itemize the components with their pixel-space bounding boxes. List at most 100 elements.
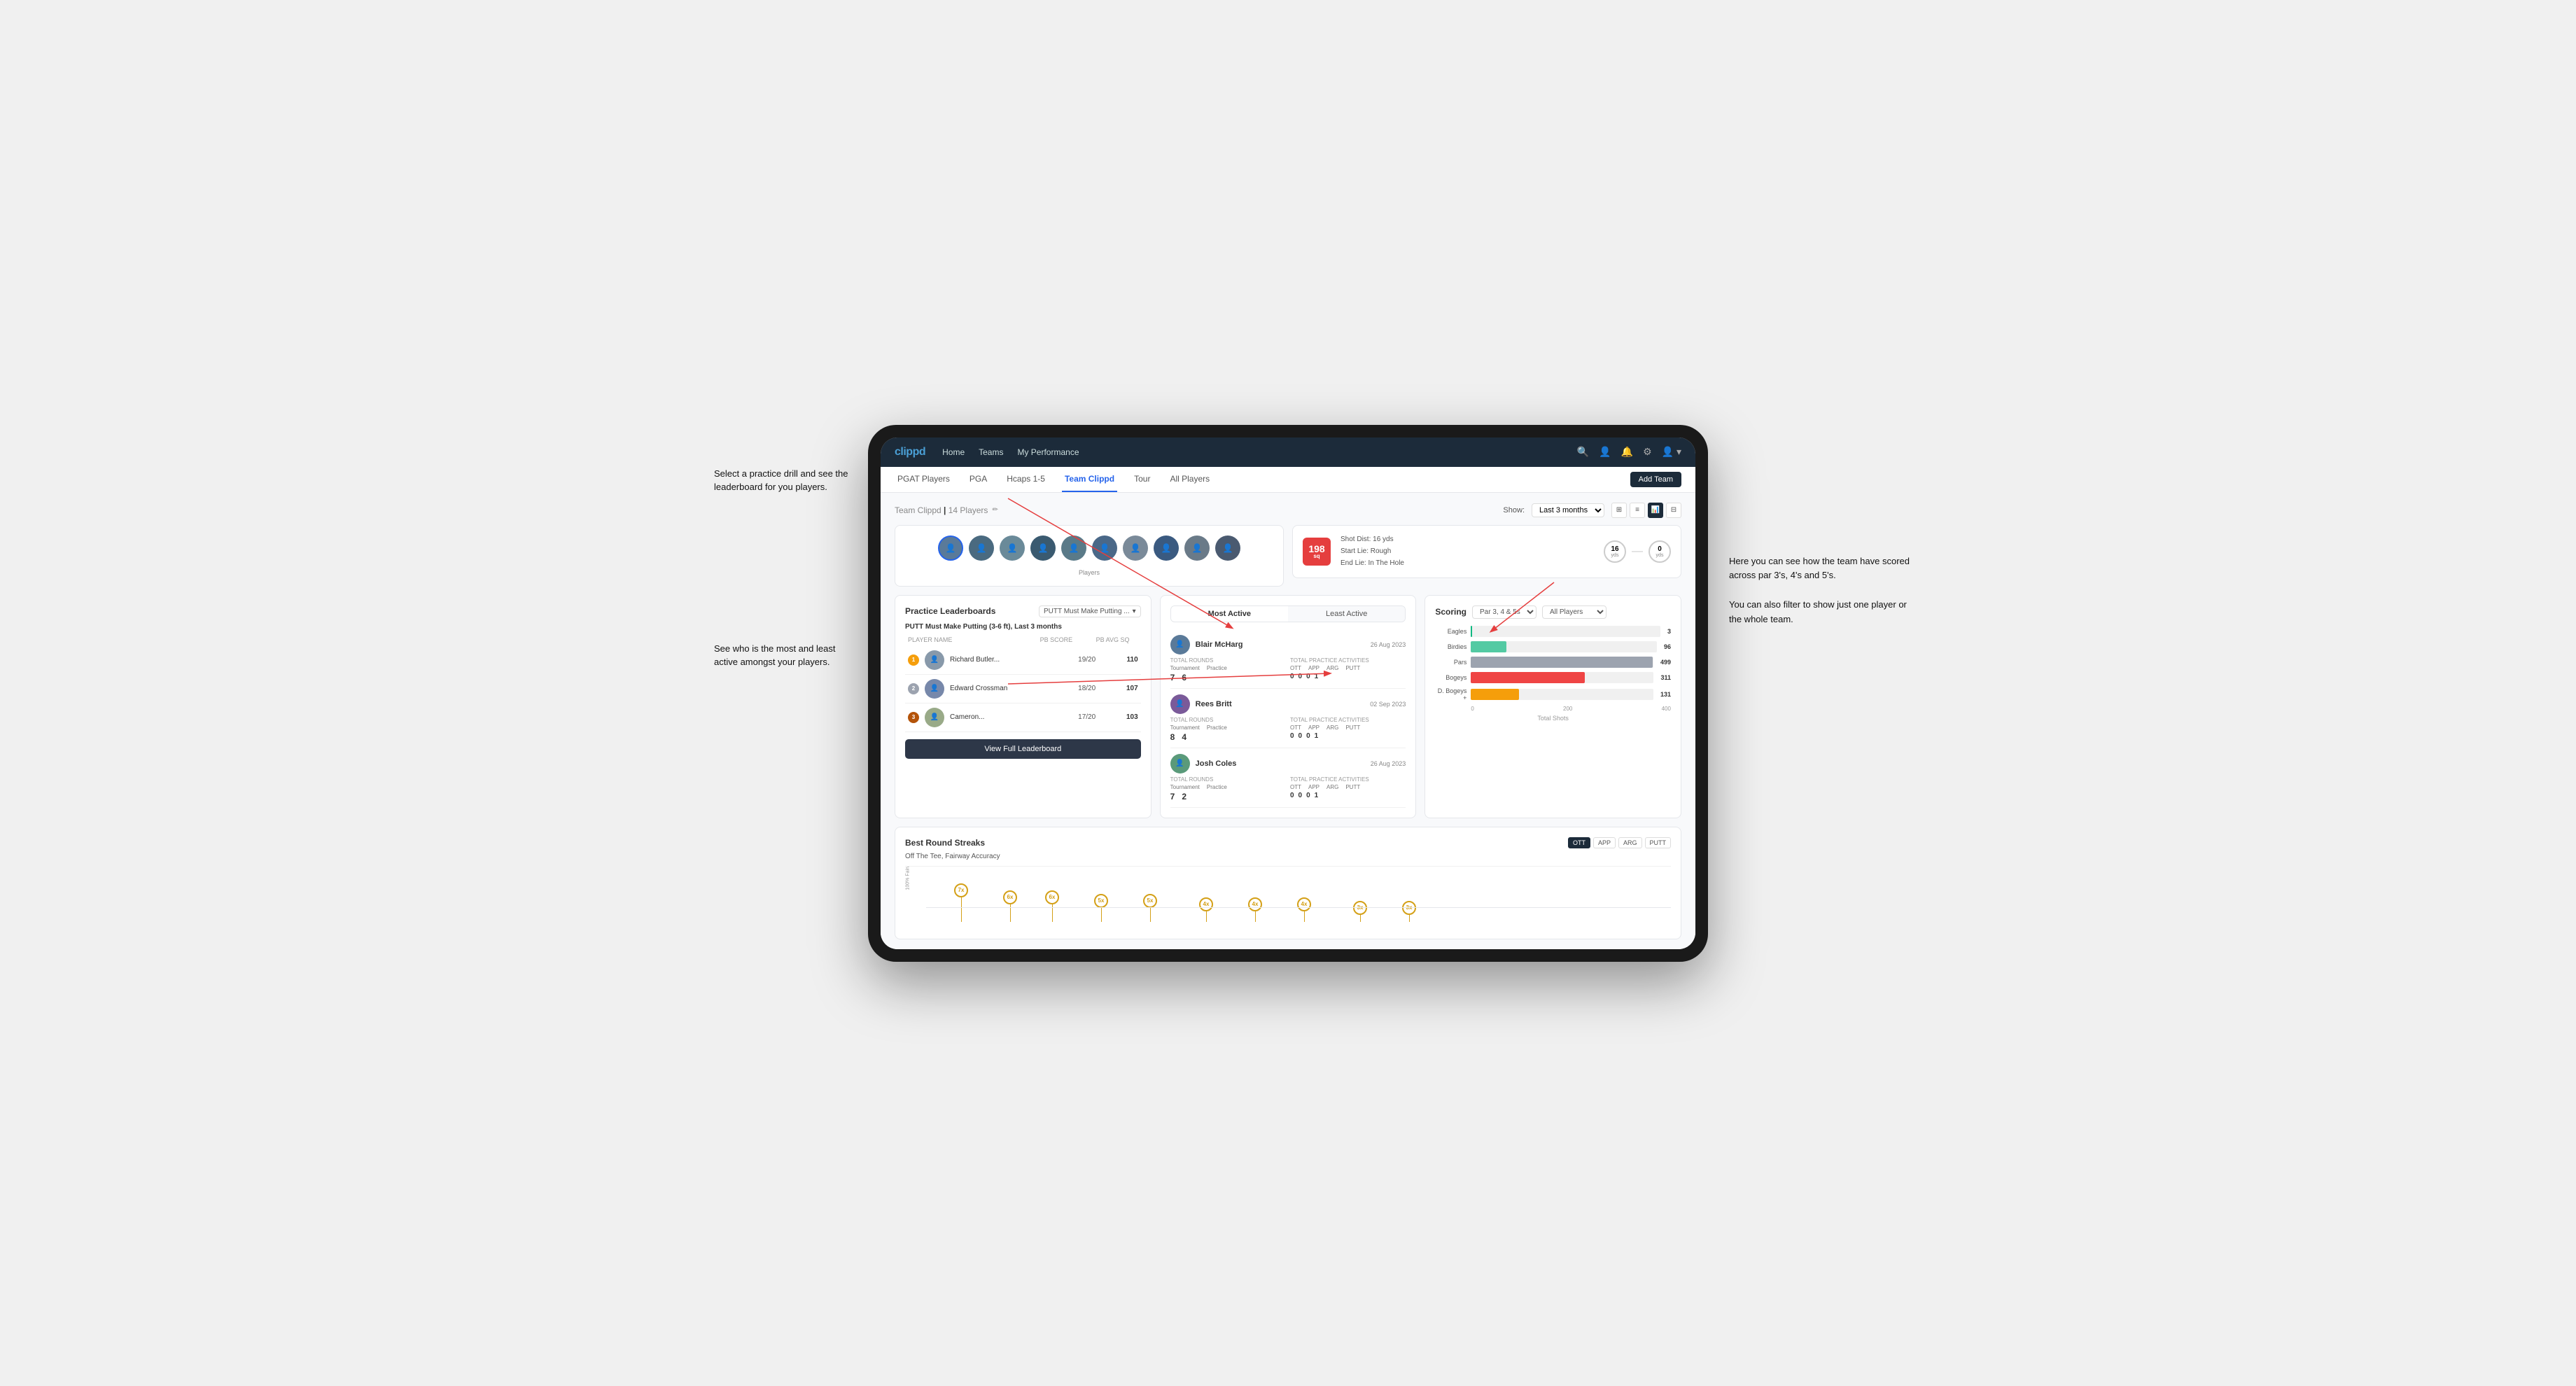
players-label: Players: [905, 569, 1273, 576]
search-icon[interactable]: 🔍: [1577, 446, 1589, 458]
player-avatar[interactable]: 👤: [1215, 536, 1240, 561]
tournament-val: 7: [1170, 673, 1175, 682]
player-avatar[interactable]: 👤: [969, 536, 994, 561]
tab-pga[interactable]: PGA: [967, 467, 990, 492]
leaderboard-card: Practice Leaderboards PUTT Must Make Put…: [895, 595, 1152, 818]
player-name: Rees Britt: [1196, 700, 1365, 708]
bar-track: [1471, 672, 1653, 683]
nav-home[interactable]: Home: [942, 447, 965, 457]
bar-label: Bogeys: [1435, 674, 1466, 681]
scoring-bar-chart: Eagles 3 Birdies: [1435, 626, 1671, 701]
streak-dot: 7x: [954, 883, 968, 922]
scoring-header: Scoring Par 3, 4 & 5s Par 3s Par 4s Par …: [1435, 606, 1671, 619]
bell-icon[interactable]: 🔔: [1621, 446, 1633, 458]
player-avatar[interactable]: 👤: [1184, 536, 1210, 561]
player-filter[interactable]: All Players: [1542, 606, 1606, 619]
streak-dot: 5x: [1143, 894, 1157, 922]
stat-values: 7 6: [1170, 673, 1286, 682]
bar-track: [1471, 657, 1653, 668]
streak-dot: 6x: [1003, 890, 1017, 922]
y-axis-label: 100% Fairway Accuracy: [906, 866, 911, 890]
activity-stats: Total Rounds TournamentPractice 7 2: [1170, 776, 1406, 802]
bar-row-pars: Pars 499: [1435, 657, 1671, 668]
player-name: Blair McHarg: [1196, 640, 1365, 649]
period-select[interactable]: Last 3 months Last 6 months Last year: [1532, 503, 1604, 517]
leaderboard-header: Practice Leaderboards PUTT Must Make Put…: [905, 606, 1141, 617]
bar-row-bogeys: Bogeys 311: [1435, 672, 1671, 683]
streak-dot: 4x: [1297, 897, 1311, 922]
stat-sub-labels: TournamentPractice: [1170, 784, 1286, 790]
total-rounds-label: Total Rounds: [1170, 776, 1286, 783]
player-avg: 103: [1110, 713, 1138, 721]
app-button[interactable]: APP: [1593, 837, 1616, 848]
activity-stats: Total Rounds TournamentPractice 7 6: [1170, 657, 1406, 682]
chart-view-btn[interactable]: 📊: [1648, 503, 1663, 518]
tab-tour[interactable]: Tour: [1131, 467, 1153, 492]
player-avatar[interactable]: 👤: [1123, 536, 1148, 561]
tab-all-players[interactable]: All Players: [1167, 467, 1212, 492]
activity-player-row: 👤 Josh Coles 26 Aug 2023 Total Rounds To…: [1170, 748, 1406, 808]
settings-view-btn[interactable]: ⊟: [1666, 503, 1681, 518]
bar-value: 131: [1660, 691, 1671, 698]
stat-sub-labels: TournamentPractice: [1170, 665, 1286, 671]
total-rounds-label: Total Rounds: [1170, 717, 1286, 723]
bar-fill: [1471, 672, 1584, 683]
player-avatar: 👤: [1170, 754, 1190, 774]
bar-fill: [1471, 689, 1518, 700]
stat-sub-labels: TournamentPractice: [1170, 724, 1286, 731]
tab-team-clippd[interactable]: Team Clippd: [1062, 467, 1117, 492]
navbar-icons: 🔍 👤 🔔 ⚙ 👤 ▾: [1577, 446, 1681, 458]
player-score: 17/20: [1070, 713, 1105, 721]
profile-icon[interactable]: 👤 ▾: [1662, 446, 1681, 458]
arg-button[interactable]: ARG: [1618, 837, 1642, 848]
practice-val: 2: [1182, 792, 1186, 802]
least-active-tab[interactable]: Least Active: [1288, 606, 1405, 622]
player-avatar[interactable]: 👤: [938, 536, 963, 561]
streak-dot: 4x: [1248, 897, 1262, 922]
streak-dot: 6x: [1045, 890, 1059, 922]
nav-teams[interactable]: Teams: [979, 447, 1003, 457]
edit-icon[interactable]: ✏: [992, 506, 997, 514]
total-rounds-group: Total Rounds TournamentPractice 7 2: [1170, 776, 1286, 802]
bar-fill: [1471, 657, 1653, 668]
bar-value: 3: [1667, 628, 1671, 635]
player-avatar[interactable]: 👤: [1000, 536, 1025, 561]
tab-hcaps[interactable]: Hcaps 1-5: [1004, 467, 1048, 492]
list-view-btn[interactable]: ≡: [1630, 503, 1645, 518]
practice-label: Total Practice Activities: [1290, 657, 1406, 664]
player-avg: 110: [1110, 656, 1138, 664]
player-avatar[interactable]: 👤: [1030, 536, 1056, 561]
activity-tabs: Most Active Least Active: [1170, 606, 1406, 622]
par-filter[interactable]: Par 3, 4 & 5s Par 3s Par 4s Par 5s: [1472, 606, 1536, 619]
most-active-tab[interactable]: Most Active: [1171, 606, 1288, 622]
grid-view-btn[interactable]: ⊞: [1611, 503, 1627, 518]
streaks-chart: 100% Fairway Accuracy 7x 6x: [905, 866, 1671, 929]
player-avatar[interactable]: 👤: [1092, 536, 1117, 561]
user-icon[interactable]: 👤: [1599, 446, 1611, 458]
player-name: Edward Crossman: [950, 685, 1064, 692]
player-avatar[interactable]: 👤: [1154, 536, 1179, 561]
putt-button[interactable]: PUTT: [1645, 837, 1672, 848]
bar-row-birdies: Birdies 96: [1435, 641, 1671, 652]
annotation-left2: See who is the most and least active amo…: [714, 642, 854, 669]
add-team-button[interactable]: Add Team: [1630, 472, 1681, 487]
player-score: 19/20: [1070, 656, 1105, 664]
ott-button[interactable]: OTT: [1568, 837, 1590, 848]
player-avatar: 👤: [1170, 635, 1190, 654]
practice-activities-group: Total Practice Activities OTTAPPARGPUTT …: [1290, 776, 1406, 802]
tab-pgat[interactable]: PGAT Players: [895, 467, 953, 492]
nav-performance[interactable]: My Performance: [1017, 447, 1079, 457]
player-avatar[interactable]: 👤: [1061, 536, 1086, 561]
settings-icon[interactable]: ⚙: [1643, 446, 1652, 458]
leaderboard-filter[interactable]: PUTT Must Make Putting ... ▾: [1039, 606, 1141, 617]
bar-fill: [1471, 641, 1506, 652]
view-full-leaderboard-button[interactable]: View Full Leaderboard: [905, 739, 1141, 759]
annotation-right1: Here you can see how the team have score…: [1729, 554, 1911, 627]
shot-card: 198 sq Shot Dist: 16 yds Start Lie: Roug…: [1292, 525, 1681, 578]
main-content: Team Clippd | 14 Players ✏ Show: Last 3 …: [881, 493, 1695, 949]
rank-badge: 3: [908, 712, 919, 723]
practice-val: 6: [1182, 673, 1186, 682]
lb-column-headers: PLAYER NAME PB SCORE PB AVG SQ: [905, 636, 1141, 643]
stat-values: 7 2: [1170, 792, 1286, 802]
practice-val: 4: [1182, 732, 1186, 742]
